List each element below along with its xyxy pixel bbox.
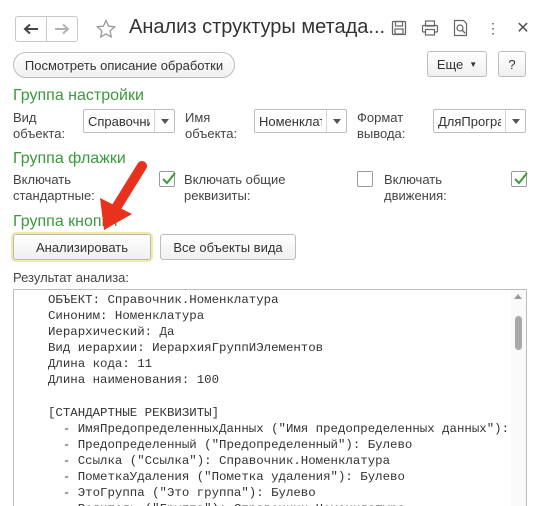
include-standard-checkbox[interactable] <box>159 171 176 187</box>
dialog-window: Анализ структуры метада... ⋮ ✕ Посмотрет… <box>0 0 542 506</box>
include-common-checkbox[interactable] <box>357 171 373 187</box>
include-standard-label: Включать стандартные: <box>13 172 95 203</box>
scroll-up-icon[interactable] <box>514 294 522 299</box>
analyze-button[interactable]: Анализировать <box>13 234 151 260</box>
more-menu-button[interactable]: Еще ▼ <box>427 51 487 77</box>
save-icon[interactable] <box>390 19 408 37</box>
print-icon[interactable] <box>421 19 439 37</box>
result-line: Длина наименования: 100 <box>48 373 220 388</box>
object-name-value: Номенклатура <box>259 114 322 129</box>
include-common-label: Включать общие реквизиты: <box>184 172 286 203</box>
output-format-value: ДляПрограммиста <box>438 114 501 129</box>
vertical-scrollbar[interactable] <box>511 290 526 506</box>
result-line: Вид иерархии: ИерархияГруппИЭлементов <box>48 341 324 356</box>
forward-button[interactable] <box>46 16 78 42</box>
back-button[interactable] <box>15 16 47 42</box>
window-title: Анализ структуры метада... <box>129 16 386 38</box>
result-line <box>48 389 526 405</box>
result-line: - ИмяПредопределенныхДанных ("Имя предоп… <box>48 421 527 436</box>
dropdown-arrow-icon[interactable] <box>326 110 346 132</box>
arrow-left-icon <box>23 23 38 35</box>
result-textarea[interactable]: ОБЪЕКТ: Справочник.Номенклатура Синоним: … <box>13 289 527 506</box>
result-line: Длина кода: 11 <box>48 357 153 372</box>
result-line: - Родитель ("Группа"): Справочник.Номенк… <box>48 501 526 506</box>
object-kind-value: Справочник <box>88 114 150 129</box>
result-line: - ЭтоГруппа ("Это группа"): Булево <box>48 486 316 501</box>
result-line: Синоним: Номенклатура <box>48 309 205 324</box>
object-kind-select[interactable]: Справочник <box>83 109 175 133</box>
help-button[interactable]: ? <box>498 51 526 77</box>
checkmark-icon <box>162 172 176 185</box>
result-line: - Предопределенный ("Предопределенный"):… <box>48 437 413 452</box>
object-name-select[interactable]: Номенклатура <box>254 109 347 133</box>
result-line: - Ссылка ("Ссылка"): Справочник.Номенкла… <box>48 453 391 468</box>
result-label: Результат анализа: <box>13 270 130 285</box>
scrollbar-thumb[interactable] <box>515 316 522 350</box>
more-dots-icon[interactable]: ⋮ <box>484 19 502 37</box>
result-line: ОБЪЕКТ: Справочник.Номенклатура <box>48 293 279 307</box>
include-movements-checkbox[interactable] <box>511 171 528 187</box>
favorite-star-icon[interactable] <box>95 18 117 39</box>
title-bar: Анализ структуры метада... ⋮ ✕ <box>0 0 542 44</box>
caret-down-icon: ▼ <box>469 59 478 69</box>
object-name-label: Имя объекта: <box>185 110 238 141</box>
output-format-select[interactable]: ДляПрограммиста <box>433 109 526 133</box>
preview-icon[interactable] <box>452 19 470 37</box>
dropdown-arrow-icon[interactable] <box>154 110 174 132</box>
result-line: Иерархический: Да <box>48 325 175 340</box>
settings-group-title: Группа настройки <box>13 87 144 104</box>
annotation-arrow-icon <box>100 161 147 230</box>
output-format-label: Формат вывода: <box>357 110 406 141</box>
view-description-button[interactable]: Посмотреть описание обработки <box>13 52 235 78</box>
result-line: - ПометкаУдаления ("Пометка удаления"): … <box>48 470 405 485</box>
close-icon[interactable]: ✕ <box>514 19 532 37</box>
checkmark-icon <box>514 172 528 185</box>
more-menu-label: Еще <box>436 56 464 72</box>
result-lines: ОБЪЕКТ: Справочник.Номенклатура Синоним: … <box>48 292 527 506</box>
object-kind-label: Вид объекта: <box>13 110 66 141</box>
result-line: [СТАНДАРТНЫЕ РЕКВИЗИТЫ] <box>48 405 220 420</box>
dropdown-arrow-icon[interactable] <box>505 110 525 132</box>
arrow-right-icon <box>55 23 70 35</box>
include-movements-label: Включать движения: <box>384 172 447 203</box>
all-objects-button[interactable]: Все объекты вида <box>160 234 296 260</box>
